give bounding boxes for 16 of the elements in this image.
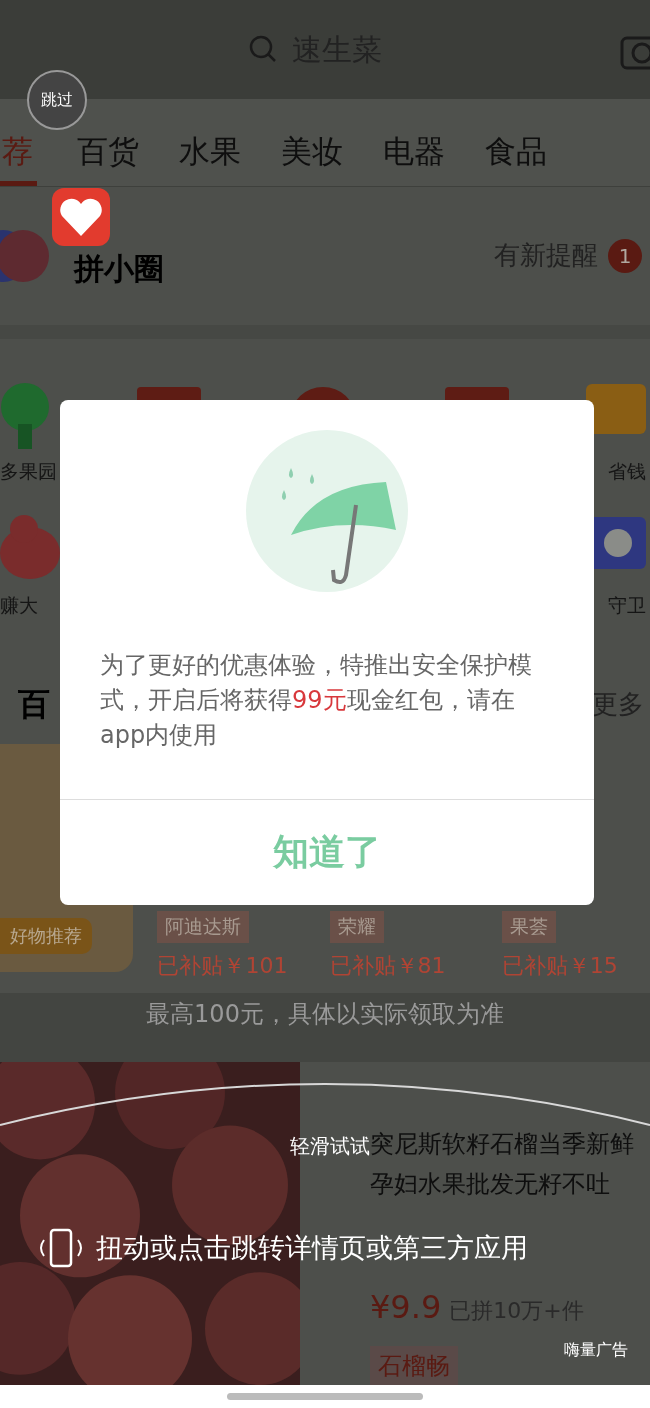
section-title: 拼小圈 [74,250,165,289]
swipe-hint: 轻滑试试 [290,1133,370,1160]
subsidy-text: 已补贴￥81 [329,952,447,981]
subsidy-text: 已补贴￥15 [501,952,619,981]
subsidy-text: 已补贴￥101 [157,952,289,981]
brand-tag: 果荟 [501,911,556,944]
ad-label: 嗨量广告 [564,1340,628,1361]
dialog-message: 为了更好的优惠体验，特推出安全保护模式，开启后将获得99元现金红包，请在app内使用 [100,650,533,751]
action-hint: 扭动或点击跳转详情页或第三方应用 [96,1231,528,1265]
price: ¥9.9 [370,1288,442,1327]
brand-tag: 阿迪达斯 [157,911,250,944]
section-title: 百 [18,683,50,725]
brand-tag: 荣耀 [329,911,384,944]
product-subtitle: 孕妇水果批发无籽不吐 [370,1169,610,1201]
disclaimer-text: 最高100元，具体以实际领取为准 [145,999,505,1030]
count-badge: 1 [608,238,642,273]
